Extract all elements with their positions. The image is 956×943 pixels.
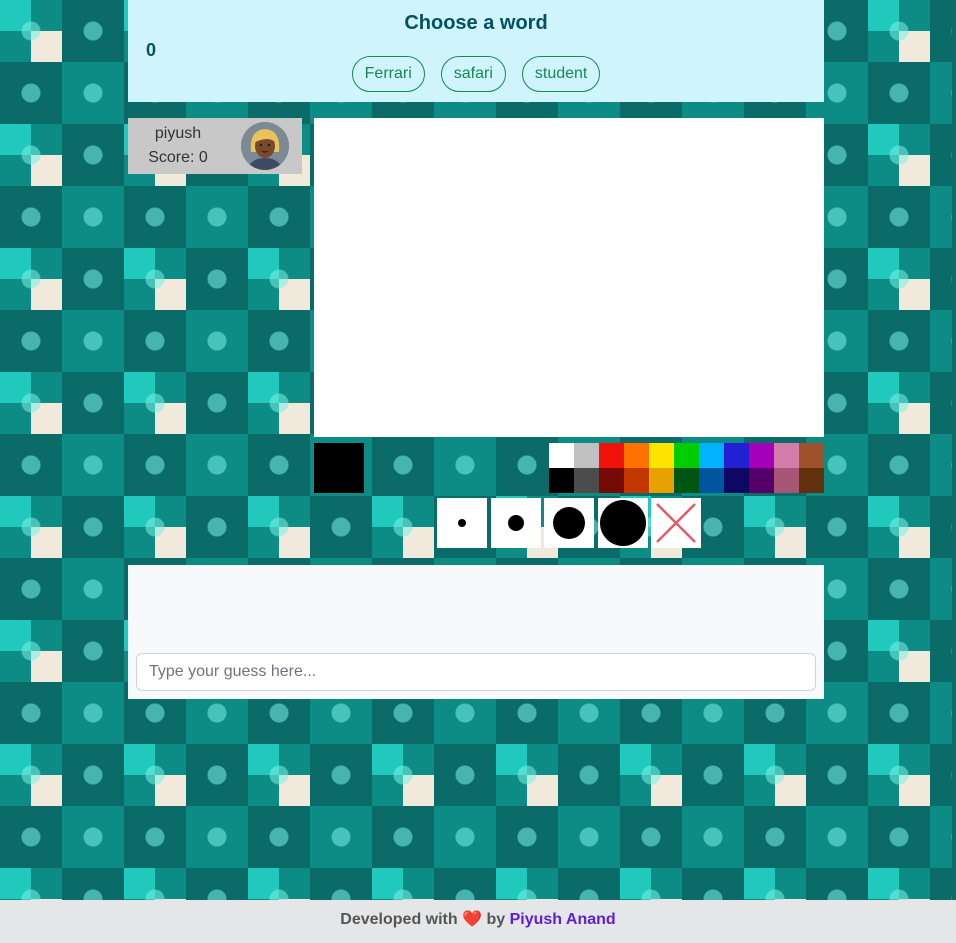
- color-swatch[interactable]: [599, 443, 624, 468]
- color-swatch[interactable]: [774, 443, 799, 468]
- clear-icon: [656, 503, 696, 543]
- current-color-swatch: [314, 443, 364, 493]
- color-swatch[interactable]: [649, 443, 674, 468]
- color-swatch[interactable]: [574, 468, 599, 493]
- word-choice-panel: Choose a word 0 Ferrari safari student: [128, 0, 824, 102]
- guess-input[interactable]: [136, 653, 816, 691]
- color-swatch[interactable]: [549, 468, 574, 493]
- player-name: piyush: [154, 125, 202, 142]
- footer: Developed with ❤️ by Piyush Anand: [0, 900, 956, 943]
- player-card: piyush Score: 0: [128, 118, 302, 174]
- color-swatch[interactable]: [674, 468, 699, 493]
- brush-size-xlarge[interactable]: [597, 498, 648, 548]
- chat-panel: [128, 565, 824, 699]
- brush-size-toolbar: [437, 498, 705, 548]
- page-edge: [952, 0, 956, 900]
- color-swatch[interactable]: [799, 443, 824, 468]
- avatar: [241, 122, 289, 170]
- color-swatch[interactable]: [774, 468, 799, 493]
- author-link[interactable]: Piyush Anand: [510, 911, 616, 928]
- word-choice-ferrari[interactable]: Ferrari: [351, 56, 425, 92]
- color-swatch[interactable]: [674, 443, 699, 468]
- brush-size-large[interactable]: [544, 498, 594, 548]
- color-swatch[interactable]: [699, 468, 724, 493]
- word-choices: Ferrari safari student: [128, 56, 824, 92]
- color-swatch[interactable]: [749, 443, 774, 468]
- footer-by: by: [486, 911, 506, 928]
- color-swatch[interactable]: [599, 468, 624, 493]
- color-swatch[interactable]: [799, 468, 824, 493]
- color-swatch[interactable]: [649, 468, 674, 493]
- color-swatch[interactable]: [549, 443, 574, 468]
- drawing-canvas[interactable]: [314, 118, 824, 437]
- player-score: Score: 0: [148, 149, 208, 166]
- footer-prefix: Developed with: [340, 911, 458, 928]
- brush-size-medium[interactable]: [490, 498, 541, 548]
- color-palette: [549, 443, 824, 493]
- color-swatch[interactable]: [724, 443, 749, 468]
- word-choice-student[interactable]: student: [521, 56, 601, 92]
- clear-canvas-button[interactable]: [651, 498, 701, 548]
- color-swatch[interactable]: [724, 468, 749, 493]
- color-swatch[interactable]: [624, 443, 649, 468]
- color-swatch[interactable]: [749, 468, 774, 493]
- brush-size-small[interactable]: [437, 498, 487, 548]
- color-swatch[interactable]: [699, 443, 724, 468]
- color-swatch[interactable]: [574, 443, 599, 468]
- panel-title: Choose a word: [404, 12, 548, 34]
- heart-icon: ❤️: [462, 911, 483, 928]
- word-choice-safari[interactable]: safari: [440, 56, 506, 92]
- color-swatch[interactable]: [624, 468, 649, 493]
